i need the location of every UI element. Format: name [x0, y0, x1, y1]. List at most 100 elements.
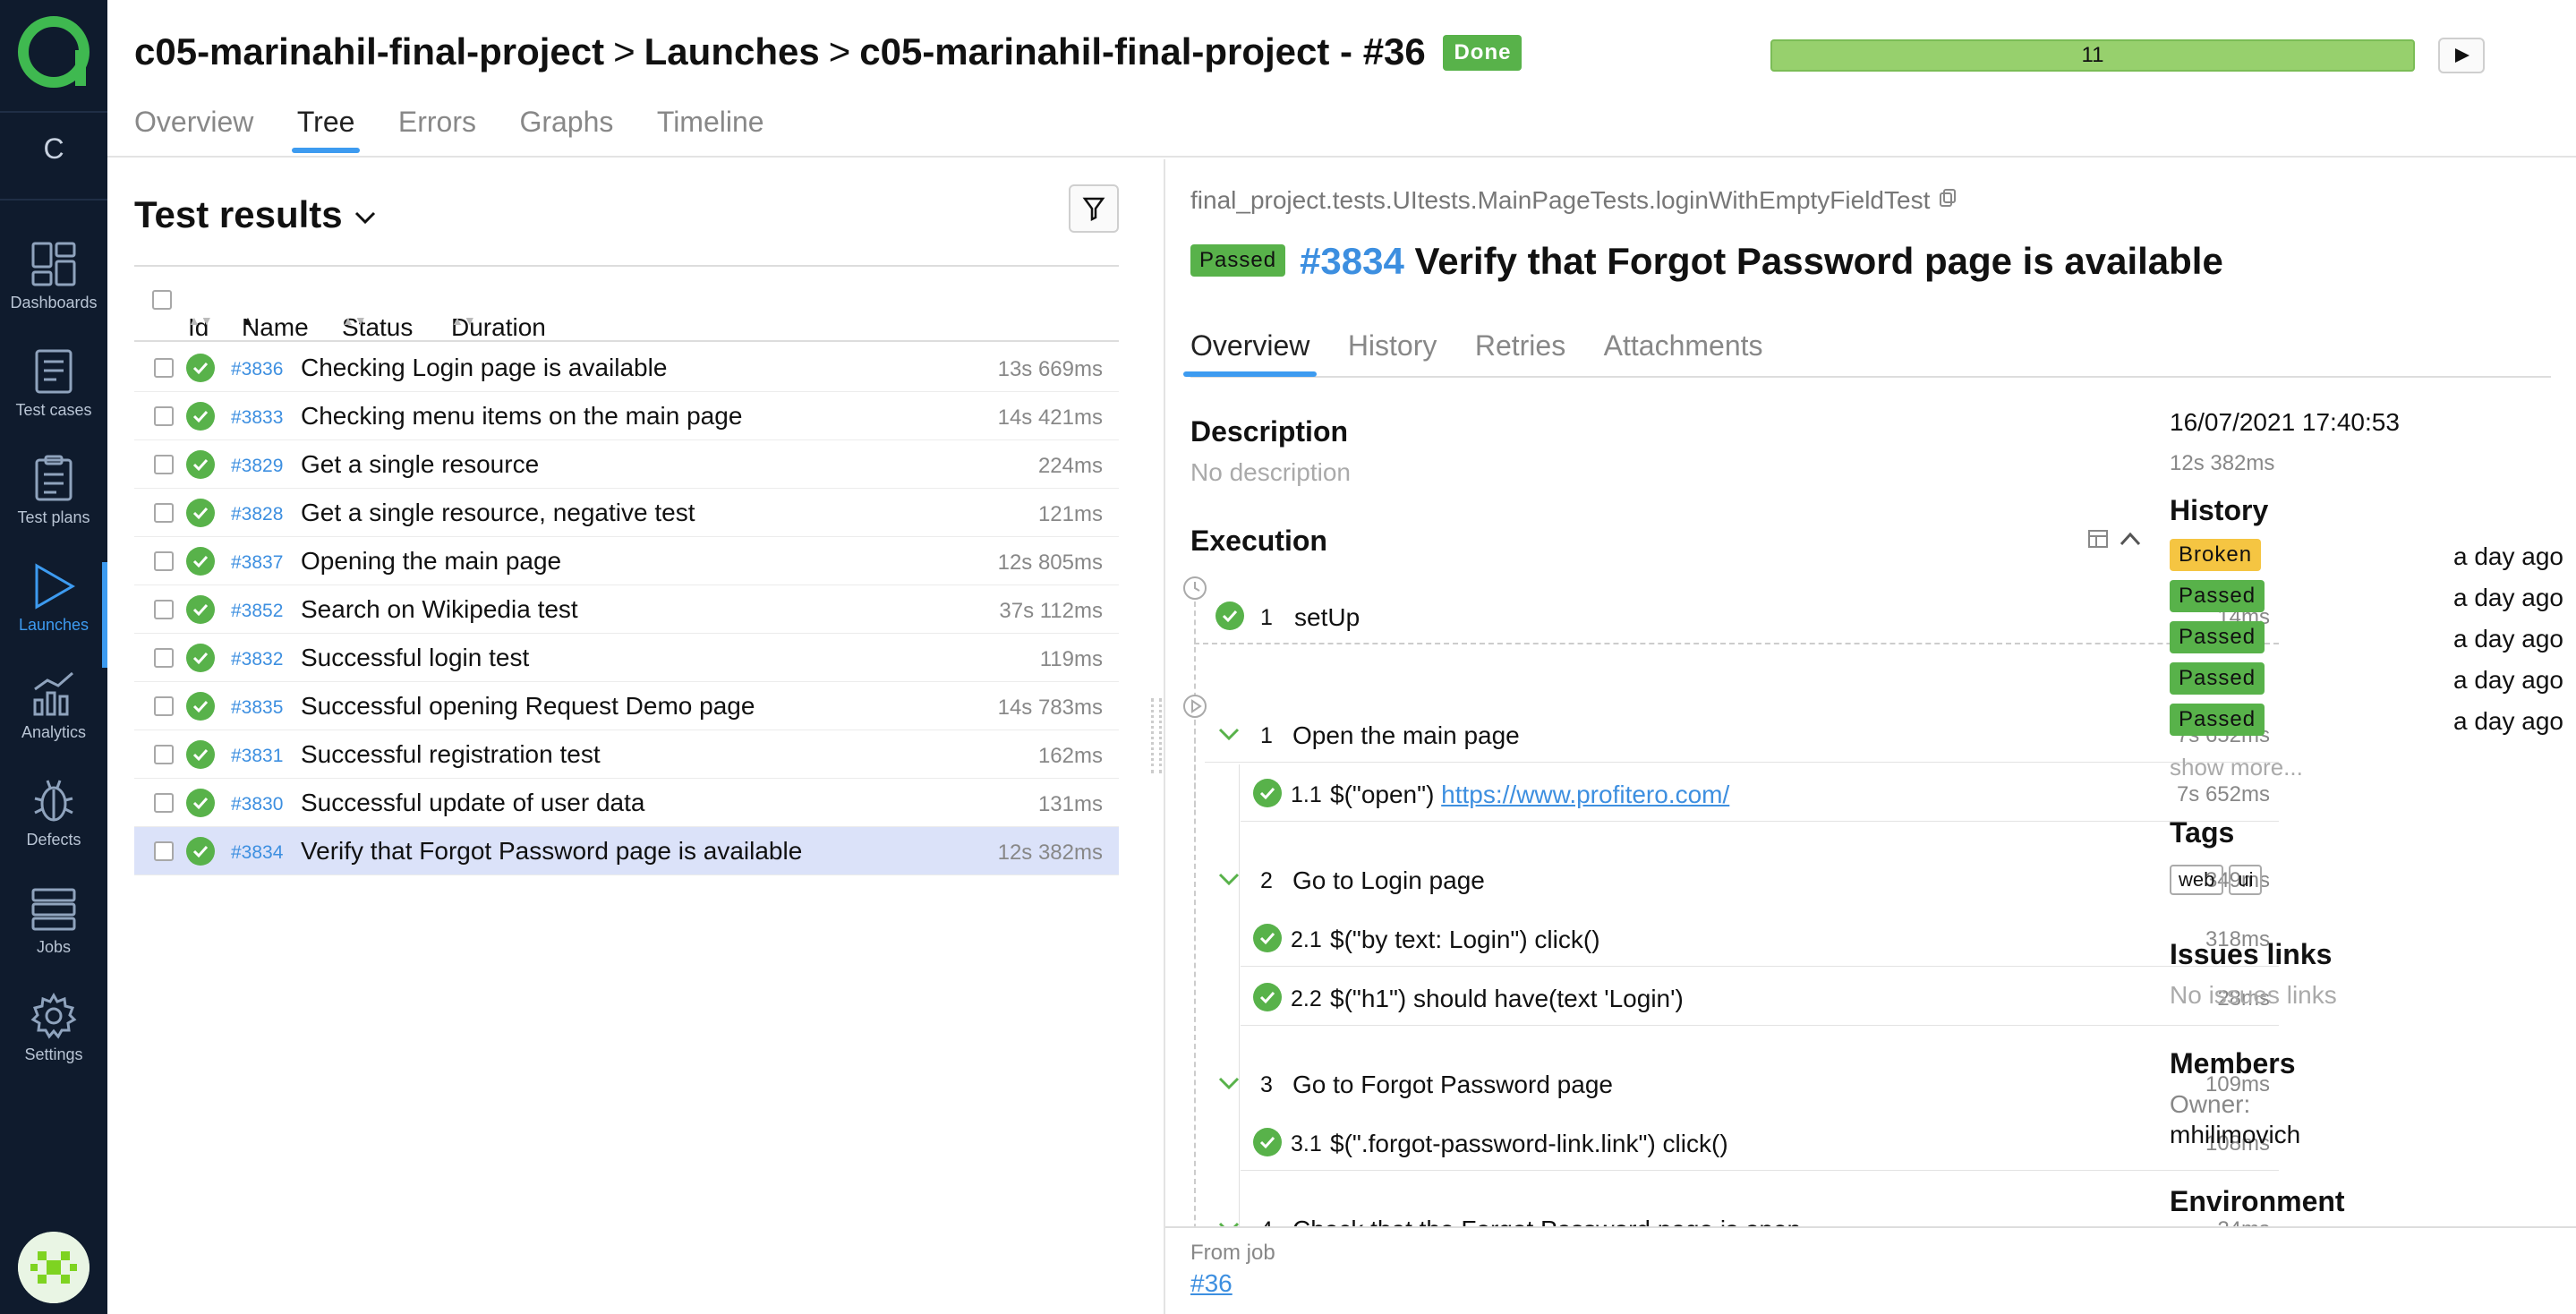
- test-id[interactable]: #3836: [231, 359, 283, 380]
- test-results-title[interactable]: Test results: [134, 193, 378, 236]
- test-duration: 119ms: [1039, 647, 1103, 671]
- breadcrumb-launches[interactable]: Launches: [644, 30, 820, 73]
- test-id[interactable]: #3828: [231, 504, 283, 525]
- step-open-main-page[interactable]: 1 Open the main page 7s 652ms: [1205, 704, 2279, 763]
- history-status-badge: Passed: [2170, 704, 2265, 736]
- rerun-button[interactable]: [2438, 38, 2485, 73]
- row-checkbox[interactable]: [154, 503, 174, 523]
- tab-overview[interactable]: Overview: [134, 106, 253, 151]
- tab-tree[interactable]: Tree: [291, 106, 360, 153]
- test-id[interactable]: #3837: [231, 552, 283, 574]
- launches-icon: [35, 563, 76, 610]
- table-row[interactable]: #3837 Opening the main page 12s 805ms: [134, 537, 1119, 585]
- history-heading: History: [2170, 494, 2269, 526]
- tab-overview[interactable]: Overview: [1182, 329, 1318, 377]
- step-open-url[interactable]: 1.1 $("open") https://www.profitero.com/…: [1241, 763, 2279, 822]
- row-checkbox[interactable]: [154, 841, 174, 861]
- play-icon: [2455, 48, 2469, 63]
- sidebar-item-jobs[interactable]: Jobs: [0, 884, 107, 990]
- sidebar-item-test-cases[interactable]: Test cases: [0, 347, 107, 453]
- step-check-login-h1[interactable]: 2.2 $("h1") should have(text 'Login') 28…: [1241, 967, 2279, 1026]
- test-id[interactable]: #3832: [231, 649, 283, 670]
- check-circle-icon: [1253, 924, 1282, 952]
- tab-attachments[interactable]: Attachments: [1604, 329, 1763, 373]
- table-row[interactable]: #3832 Successful login test 119ms: [134, 634, 1119, 682]
- table-row[interactable]: #3830 Successful update of user data 131ms: [134, 779, 1119, 827]
- tag[interactable]: web: [2170, 865, 2224, 895]
- show-more-link[interactable]: show more...: [2170, 754, 2563, 781]
- tab-graphs[interactable]: Graphs: [519, 106, 613, 151]
- table-row[interactable]: #3834 Verify that Forgot Password page is…: [134, 827, 1119, 875]
- tab-timeline[interactable]: Timeline: [657, 106, 764, 151]
- history-row[interactable]: Passed a day ago: [2170, 621, 2563, 657]
- history-time: a day ago: [2453, 584, 2563, 611]
- layout-toggle-icon[interactable]: [2086, 526, 2111, 551]
- table-row[interactable]: #3828 Get a single resource, negative tes…: [134, 489, 1119, 537]
- table-row[interactable]: #3836 Checking Login page is available 13s…: [134, 344, 1119, 392]
- copy-icon[interactable]: [1937, 187, 1958, 209]
- sidebar-item-settings[interactable]: Settings: [0, 992, 107, 1097]
- project-switcher[interactable]: C: [0, 132, 107, 166]
- sidebar-item-launches[interactable]: Launches: [0, 562, 107, 668]
- step-duration: 7s 652ms: [2176, 782, 2270, 806]
- row-checkbox[interactable]: [154, 551, 174, 571]
- test-fqn-text: final_project.tests.UItests.MainPageTest…: [1190, 186, 1931, 214]
- test-id[interactable]: #3833: [231, 407, 283, 429]
- filter-button[interactable]: [1069, 184, 1119, 233]
- test-id[interactable]: #3829: [231, 456, 283, 477]
- select-all-checkbox[interactable]: [152, 290, 172, 310]
- tag[interactable]: ui: [2229, 865, 2263, 895]
- step-go-to-forgot-password[interactable]: 3 Go to Forgot Password page 109ms: [1205, 1053, 2279, 1112]
- test-id-link[interactable]: #3834: [1300, 240, 1404, 282]
- test-name: Get a single resource, negative test: [301, 499, 695, 526]
- step-click-forgot-link[interactable]: 3.1 $(".forgot-password-link.link") clic…: [1241, 1112, 2279, 1171]
- table-row[interactable]: #3835 Successful opening Request Demo pag…: [134, 682, 1119, 730]
- history-row[interactable]: Passed a day ago: [2170, 662, 2563, 698]
- row-checkbox[interactable]: [154, 745, 174, 764]
- setup-step[interactable]: 1 setUp 14ms: [1205, 585, 2279, 644]
- row-checkbox[interactable]: [154, 600, 174, 619]
- test-id[interactable]: #3852: [231, 601, 283, 622]
- history-row[interactable]: Passed a day ago: [2170, 704, 2563, 739]
- tab-history[interactable]: History: [1348, 329, 1437, 373]
- row-checkbox[interactable]: [154, 358, 174, 378]
- test-id[interactable]: #3835: [231, 697, 283, 719]
- tab-errors[interactable]: Errors: [398, 106, 476, 151]
- launch-progress-bar[interactable]: 11: [1770, 39, 2415, 72]
- row-checkbox[interactable]: [154, 793, 174, 813]
- avatar[interactable]: [18, 1232, 90, 1303]
- test-duration: 131ms: [1037, 792, 1103, 816]
- table-row[interactable]: #3829 Get a single resource 224ms: [134, 440, 1119, 489]
- table-row[interactable]: #3852 Search on Wikipedia test 37s 112ms: [134, 585, 1119, 634]
- row-checkbox[interactable]: [154, 648, 174, 668]
- test-id[interactable]: #3831: [231, 746, 283, 767]
- tab-retries[interactable]: Retries: [1475, 329, 1565, 373]
- test-id[interactable]: #3830: [231, 794, 283, 815]
- test-name: Verify that Forgot Password page is avai…: [301, 837, 803, 865]
- status-badge: Passed: [1190, 244, 1286, 277]
- history-row[interactable]: Broken a day ago: [2170, 539, 2563, 575]
- test-id[interactable]: #3834: [231, 842, 283, 864]
- collapse-icon[interactable]: [2118, 526, 2143, 551]
- history-time: a day ago: [2453, 542, 2563, 570]
- history-row[interactable]: Passed a day ago: [2170, 580, 2563, 616]
- row-checkbox[interactable]: [154, 406, 174, 426]
- row-checkbox[interactable]: [154, 696, 174, 716]
- row-checkbox[interactable]: [154, 455, 174, 474]
- sort-asc-icon: ▲: [242, 313, 254, 328]
- table-row[interactable]: #3831 Successful registration test 162ms: [134, 730, 1119, 779]
- step-go-to-login[interactable]: 2 Go to Login page 349ms: [1205, 849, 2279, 908]
- step-click-login[interactable]: 2.1 $("by text: Login") click() 318ms: [1241, 908, 2279, 967]
- job-link[interactable]: #36: [1190, 1269, 1233, 1298]
- sidebar-item-analytics[interactable]: Analytics: [0, 670, 107, 775]
- sidebar-item-test-plans[interactable]: Test plans: [0, 455, 107, 560]
- app-logo-icon[interactable]: [16, 14, 91, 90]
- step-url-link[interactable]: https://www.profitero.com/: [1441, 781, 1729, 808]
- sidebar-item-defects[interactable]: Defects: [0, 777, 107, 883]
- resize-handle[interactable]: [1151, 698, 1162, 773]
- breadcrumb-project[interactable]: c05-marinahil-final-project: [134, 30, 604, 73]
- test-name: Search on Wikipedia test: [301, 595, 578, 623]
- sidebar-item-dashboards[interactable]: Dashboards: [0, 240, 107, 346]
- table-row[interactable]: #3833 Checking menu items on the main pag…: [134, 392, 1119, 440]
- check-circle-icon: [186, 499, 215, 527]
